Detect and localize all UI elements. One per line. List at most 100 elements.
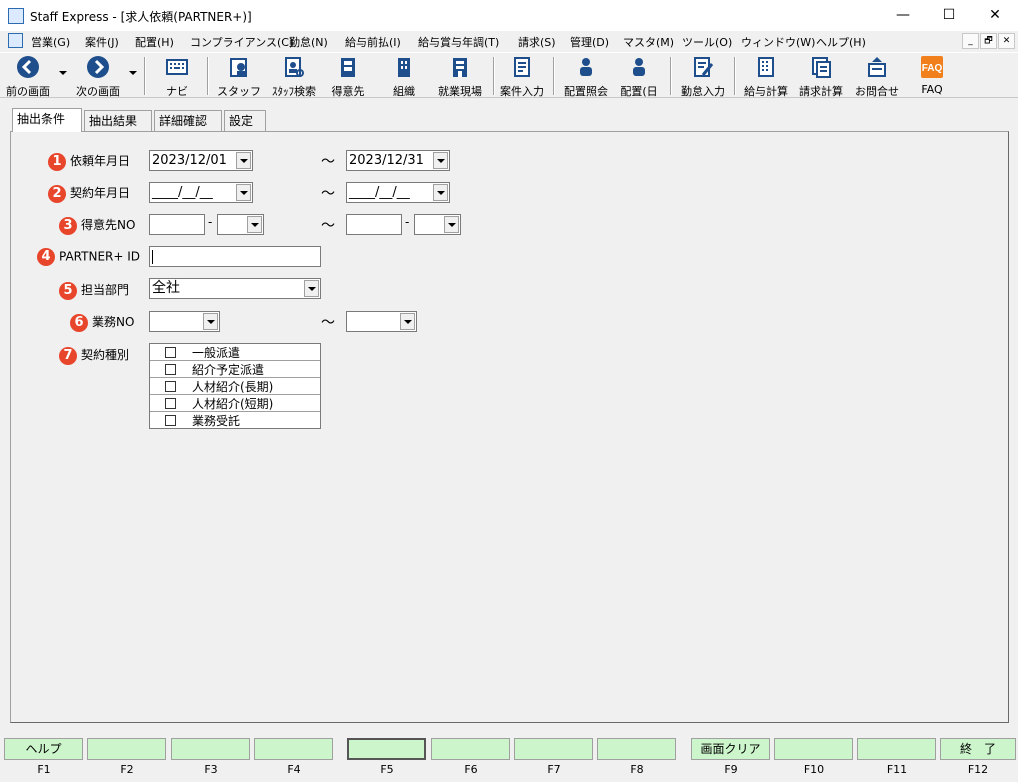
mdi-window-icon[interactable] — [8, 33, 23, 48]
request-date-to-field[interactable]: 2023/12/31 — [346, 150, 450, 171]
worksite-icon — [453, 58, 467, 77]
checkbox[interactable] — [165, 364, 176, 375]
f7-button[interactable] — [514, 738, 593, 760]
contract-type-option[interactable]: 人材紹介(短期) — [150, 395, 320, 412]
department-select[interactable]: 全社 — [149, 278, 321, 299]
title-bar: Staff Express - [求人依頼(PARTNER+)] — ☐ ✕ — [0, 0, 1018, 31]
business-no-dropdown-button[interactable] — [400, 313, 415, 330]
menu-case[interactable]: 案件(J) — [85, 34, 119, 50]
maximize-button[interactable]: ☐ — [926, 0, 972, 31]
mdi-restore-button[interactable]: 🗗 — [980, 33, 997, 49]
faq-button[interactable]: FAQ FAQ — [912, 55, 952, 97]
mdi-minimize-button[interactable]: _ — [962, 33, 979, 49]
client-no-from-branch-select[interactable] — [217, 214, 264, 235]
payroll-button[interactable]: 給与計算 — [741, 55, 791, 98]
f3-button[interactable] — [171, 738, 250, 760]
menu-admin[interactable]: 管理(D) — [570, 34, 609, 50]
menu-billing[interactable]: 請求(S) — [518, 34, 556, 50]
contract-type-option[interactable]: 一般派遣 — [150, 344, 320, 361]
checkbox[interactable] — [165, 381, 176, 392]
f2-button[interactable] — [87, 738, 166, 760]
tab-settings[interactable]: 設定 — [224, 110, 266, 132]
menu-window[interactable]: ウィンドウ(W) — [741, 34, 815, 50]
f6-button[interactable] — [431, 738, 510, 760]
menu-tools[interactable]: ツール(O) — [682, 34, 732, 50]
request-date-from-field[interactable]: 2023/12/01 — [149, 150, 253, 171]
date-dropdown-button[interactable] — [236, 152, 251, 169]
menu-compliance[interactable]: コンプライアンス(C) — [190, 34, 293, 50]
f10-button[interactable] — [774, 738, 853, 760]
menu-attendance[interactable]: 勤怠(N) — [289, 34, 328, 50]
navi-button[interactable]: ナビ — [157, 55, 197, 98]
tab-extraction-results[interactable]: 抽出結果 — [84, 110, 152, 132]
placement-query-button[interactable]: 配置照会 — [560, 55, 612, 98]
toolbar-separator — [144, 57, 146, 95]
case-input-button[interactable]: 案件入力 — [496, 55, 548, 98]
client-no-to-branch-select[interactable] — [414, 214, 461, 235]
toolbar-separator — [493, 57, 495, 95]
inquiry-button[interactable]: お問合せ — [852, 55, 902, 98]
date-dropdown-button[interactable] — [433, 184, 448, 201]
placement-day-button[interactable]: 配置(日 — [617, 55, 661, 98]
attendance-input-button[interactable]: 勤怠入力 — [677, 55, 729, 98]
menu-advance-pay[interactable]: 給与前払(I) — [345, 34, 401, 50]
f11-button[interactable] — [857, 738, 936, 760]
f12-exit-button[interactable]: 終 了 — [940, 738, 1016, 760]
menu-payroll[interactable]: 給与賞与年調(T) — [418, 34, 499, 50]
f12-key-label: F12 — [967, 763, 989, 776]
contract-date-to-field[interactable]: ____/__/__ — [346, 182, 450, 203]
contract-type-option[interactable]: 人材紹介(長期) — [150, 378, 320, 395]
forward-history-dropdown[interactable] — [129, 71, 137, 75]
close-button[interactable]: ✕ — [972, 0, 1018, 31]
number-badge: 3 — [59, 216, 77, 235]
f9-clear-screen-button[interactable]: 画面クリア — [691, 738, 770, 760]
client-no-from-input[interactable] — [149, 214, 205, 235]
date-dropdown-button[interactable] — [236, 184, 251, 201]
app-icon — [8, 8, 24, 24]
staff-search-button[interactable]: ｽﾀｯﾌ検索 — [267, 55, 321, 98]
client-no-to-input[interactable] — [346, 214, 402, 235]
billing-button[interactable]: 請求計算 — [796, 55, 846, 98]
checkbox[interactable] — [165, 347, 176, 358]
business-no-from-select[interactable] — [149, 311, 220, 332]
f5-button[interactable] — [347, 738, 426, 760]
date-dropdown-button[interactable] — [433, 152, 448, 169]
f1-help-button[interactable]: ヘルプ — [4, 738, 83, 760]
tab-extraction-conditions[interactable]: 抽出条件 — [12, 108, 82, 132]
function-key-bar: ヘルプ 画面クリア 終 了 F1 F2 F3 F4 F5 F6 F7 F8 F9… — [0, 738, 1018, 782]
business-no-to-select[interactable] — [346, 311, 417, 332]
number-badge: 4 — [37, 248, 55, 266]
organization-button[interactable]: 組織 — [384, 55, 424, 98]
branch-dropdown-button[interactable] — [444, 216, 459, 233]
branch-dropdown-button[interactable] — [247, 216, 262, 233]
mdi-close-button[interactable]: ✕ — [998, 33, 1015, 49]
contract-type-option[interactable]: 紹介予定派遣 — [150, 361, 320, 378]
minimize-button[interactable]: — — [880, 0, 926, 31]
back-history-dropdown[interactable] — [59, 71, 67, 75]
menu-master[interactable]: マスタ(M) — [623, 34, 674, 50]
window-title: Staff Express - [求人依頼(PARTNER+)] — [30, 10, 252, 24]
checkbox[interactable] — [165, 415, 176, 426]
back-button[interactable]: 前の画面 — [4, 55, 52, 98]
forward-button[interactable]: 次の画面 — [74, 55, 122, 98]
department-dropdown-button[interactable] — [304, 280, 319, 297]
business-no-dropdown-button[interactable] — [203, 313, 218, 330]
contract-date-from-field[interactable]: ____/__/__ — [149, 182, 253, 203]
f4-button[interactable] — [254, 738, 333, 760]
client-button[interactable]: 得意先 — [328, 55, 368, 98]
number-badge: 1 — [48, 152, 66, 171]
menu-placement[interactable]: 配置(H) — [135, 34, 174, 50]
staff-button[interactable]: スタッフ — [217, 55, 261, 98]
contract-type-option[interactable]: 業務受託 — [150, 412, 320, 429]
f8-button[interactable] — [597, 738, 676, 760]
f3-key-label: F3 — [204, 763, 218, 776]
staff-icon — [230, 58, 247, 77]
menu-help[interactable]: ヘルプ(H) — [816, 34, 866, 50]
f2-key-label: F2 — [120, 763, 134, 776]
tab-detail-check[interactable]: 詳細確認 — [154, 110, 222, 132]
menu-sales[interactable]: 営業(G) — [31, 34, 70, 50]
worksite-button[interactable]: 就業現場 — [434, 55, 486, 98]
toolbar-separator — [207, 57, 209, 95]
checkbox[interactable] — [165, 398, 176, 409]
partner-id-input[interactable] — [149, 246, 321, 267]
